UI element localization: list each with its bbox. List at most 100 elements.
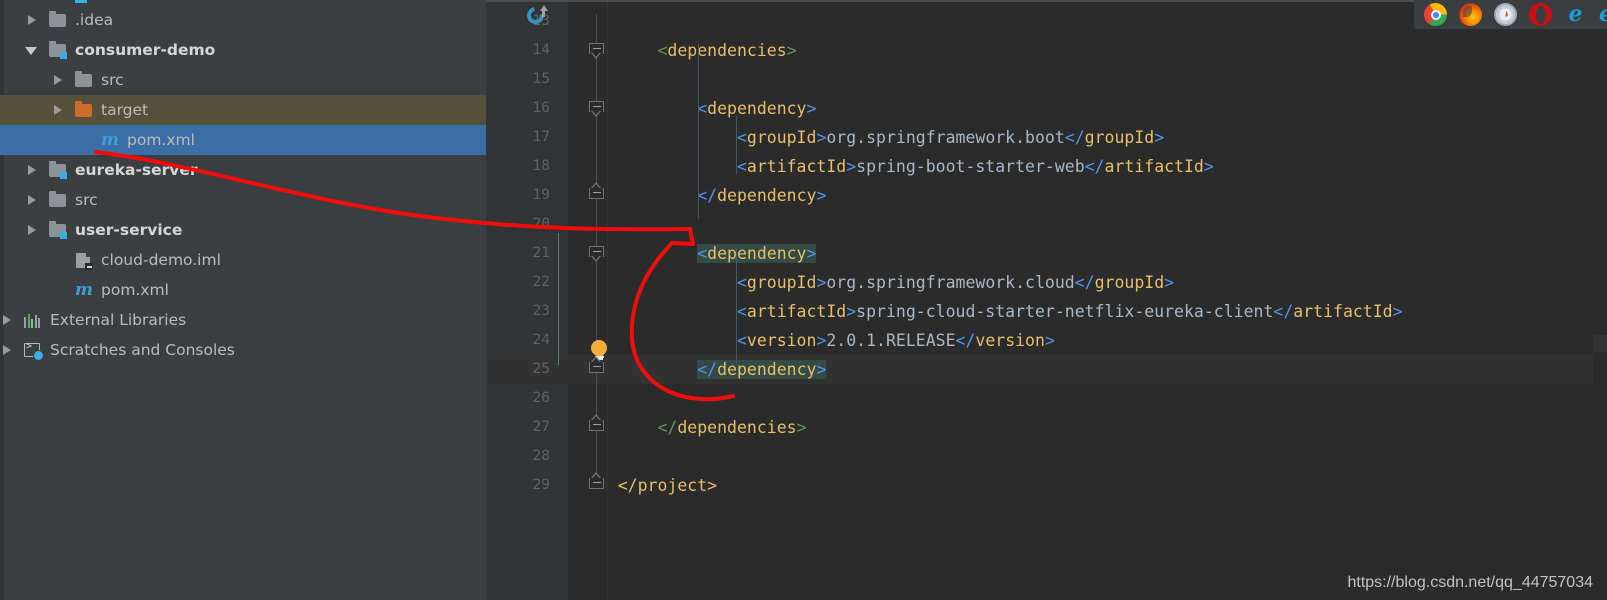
code-line[interactable]: 19 </dependency> — [486, 181, 1607, 210]
chevron-right-icon[interactable] — [25, 194, 38, 207]
tree-item-consumer-demo[interactable]: consumer-demo — [0, 35, 486, 65]
maven-file-icon: m — [101, 130, 119, 150]
code-editor[interactable]: 13 14 <dependencies> 15 16 <dependency> 17 <… — [486, 0, 1607, 600]
code-token: org.springframework.boot — [826, 128, 1065, 147]
code-token: artifactId — [1104, 157, 1204, 176]
code-line[interactable]: 26 — [486, 384, 1607, 413]
code-token: > — [1164, 273, 1175, 292]
project-tree-panel[interactable]: .idea consumer-demo src target m pom.xml eurek… — [0, 0, 486, 600]
code-token: </ — [617, 476, 638, 495]
ide-window: .idea consumer-demo src target m pom.xml eurek… — [0, 0, 1607, 600]
tree-item-user-service[interactable]: user-service — [0, 215, 486, 245]
code-line[interactable]: 24 <version>2.0.1.RELEASE</version> — [486, 326, 1607, 355]
code-line[interactable]: 16 <dependency> — [486, 94, 1607, 123]
excluded-folder-icon — [74, 101, 94, 119]
tree-item-idea[interactable]: .idea — [0, 5, 486, 35]
code-token: version — [975, 331, 1045, 350]
maven-reimport-icon[interactable] — [523, 3, 548, 28]
code-line[interactable]: 18 <artifactId>spring-boot-starter-web</… — [486, 152, 1607, 181]
fold-marker-open[interactable] — [589, 43, 606, 59]
code-token: </ — [657, 418, 678, 437]
code-line[interactable]: 21 <dependency> — [486, 239, 1607, 268]
chevron-down-icon[interactable] — [25, 44, 38, 57]
fold-marker-close[interactable] — [589, 182, 606, 204]
fold-marker-open[interactable] — [589, 101, 606, 117]
tree-arrow-placeholder — [77, 134, 90, 147]
fold-marker-close[interactable] — [589, 414, 606, 436]
tree-gap — [38, 20, 48, 21]
code-token: spring-boot-starter-web — [856, 157, 1085, 176]
line-number: 23 — [532, 303, 550, 319]
tree-item-src[interactable]: src — [0, 185, 486, 215]
tree-item-target[interactable]: target — [0, 95, 486, 125]
scrollbar-thumb[interactable] — [1593, 335, 1607, 352]
indent-guide — [736, 116, 737, 174]
tree-item-label: target — [101, 101, 149, 119]
code-line[interactable]: 28 — [486, 442, 1607, 471]
code-line-text: <artifactId>spring-cloud-starter-netflix… — [578, 297, 1403, 326]
tree-item-label: External Libraries — [50, 311, 187, 329]
chrome-icon[interactable] — [1424, 3, 1447, 26]
tree-item-pom-xml[interactable]: m pom.xml — [0, 275, 486, 305]
line-number: 20 — [532, 216, 550, 232]
chevron-right-icon[interactable] — [25, 164, 38, 177]
code-token: </ — [1273, 302, 1294, 321]
code-line[interactable]: 29 </project> — [486, 471, 1607, 500]
line-number: 16 — [532, 100, 550, 116]
watermark-url: https://blog.csdn.net/qq_44757034 — [1347, 574, 1593, 591]
opera-icon[interactable] — [1529, 3, 1552, 26]
chevron-right-icon[interactable] — [51, 104, 64, 117]
tree-item-eureka-server[interactable]: eureka-server — [0, 155, 486, 185]
safari-icon[interactable] — [1494, 3, 1517, 26]
code-token: > — [846, 157, 857, 176]
code-line[interactable]: 22 <groupId>org.springframework.cloud</g… — [486, 268, 1607, 297]
code-token: org.springframework.cloud — [826, 273, 1075, 292]
fold-marker-close[interactable] — [589, 356, 606, 378]
code-token: < — [736, 302, 747, 321]
tree-item-scratches-and-consoles[interactable]: Scratches and Consoles — [0, 335, 486, 365]
code-line[interactable]: 20 — [486, 210, 1607, 239]
code-line[interactable]: 27 </dependencies> — [486, 413, 1607, 442]
code-line[interactable]: 25 </dependency> — [486, 355, 1607, 384]
code-line[interactable]: 15 — [486, 65, 1607, 94]
chevron-right-icon[interactable] — [0, 344, 13, 357]
fold-marker-close[interactable] — [589, 472, 606, 494]
code-token: < — [657, 41, 668, 60]
code-token: groupId — [1094, 273, 1165, 292]
code-token-highlighted: dependency — [707, 244, 807, 263]
code-line-text: <dependency> — [578, 239, 817, 268]
code-token: > — [816, 186, 827, 205]
code-line[interactable]: 14 <dependencies> — [486, 36, 1607, 65]
code-line-text: <dependencies> — [578, 36, 796, 65]
tree-item-label: pom.xml — [127, 131, 195, 149]
chevron-right-icon[interactable] — [51, 74, 64, 87]
code-token: < — [736, 331, 747, 350]
code-line[interactable]: 17 <groupId>org.springframework.boot</gr… — [486, 123, 1607, 152]
tree-gap — [64, 80, 74, 81]
fold-marker-open[interactable] — [589, 246, 606, 262]
maven-file-icon: m — [75, 280, 93, 300]
tree-item-src[interactable]: src — [0, 65, 486, 95]
editor-scrollbar[interactable] — [1593, 0, 1607, 600]
ie-icon[interactable]: e — [1564, 3, 1587, 26]
chevron-right-icon[interactable] — [25, 14, 38, 27]
tree-item-pom-xml[interactable]: m pom.xml — [0, 125, 486, 155]
code-line[interactable]: 23 <artifactId>spring-cloud-starter-netf… — [486, 297, 1607, 326]
firefox-icon[interactable] — [1459, 3, 1482, 26]
line-number: 21 — [532, 245, 550, 261]
browser-open-in-toolbar[interactable]: ee — [1414, 0, 1607, 29]
line-number: 27 — [532, 419, 550, 435]
code-token: groupId — [746, 128, 817, 147]
chevron-right-icon[interactable] — [0, 314, 13, 327]
tree-gap — [64, 290, 74, 291]
tree-item-cloud-demo-iml[interactable]: cloud-demo.iml — [0, 245, 486, 275]
edge-icon[interactable]: e — [1599, 3, 1607, 26]
tree-item-external-libraries[interactable]: External Libraries — [0, 305, 486, 335]
folder-icon — [48, 11, 68, 29]
chevron-right-icon[interactable] — [25, 224, 38, 237]
